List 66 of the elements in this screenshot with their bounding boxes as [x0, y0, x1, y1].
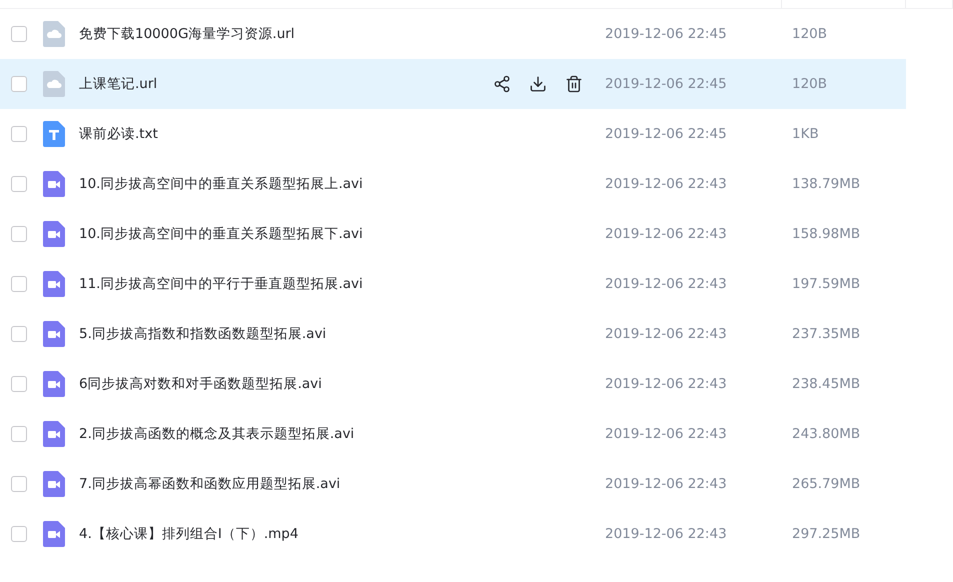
file-size: 197.59MB	[792, 276, 862, 292]
file-row[interactable]: 课前必读.txt 2019-12-06 22:45 1KB	[0, 109, 906, 159]
file-size: 1KB	[792, 126, 820, 142]
checkbox[interactable]	[11, 76, 27, 92]
file-name: 免费下载10000G海量学习资源.url	[79, 25, 296, 43]
video-file-icon	[43, 471, 65, 497]
file-name: 6同步拔高对数和对手函数题型拓展.avi	[79, 375, 323, 393]
video-file-icon	[43, 321, 65, 347]
checkbox[interactable]	[11, 326, 27, 342]
checkbox[interactable]	[11, 526, 27, 542]
file-size: 237.35MB	[792, 326, 862, 342]
file-size: 297.25MB	[792, 526, 862, 542]
modified-date: 2019-12-06 22:43	[605, 276, 728, 292]
cloud-file-icon	[43, 71, 65, 97]
modified-date: 2019-12-06 22:45	[605, 76, 728, 92]
file-name: 4.【核心课】排列组合I（下）.mp4	[79, 525, 300, 543]
video-file-icon	[43, 421, 65, 447]
checkbox[interactable]	[11, 276, 27, 292]
file-row[interactable]: 10.同步拔高空间中的垂直关系题型拓展上.avi 2019-12-06 22:43 138.79MB	[0, 159, 906, 209]
file-row[interactable]: 免费下载10000G海量学习资源.url 2019-12-06 22:45 120B	[0, 9, 906, 59]
file-row[interactable]: 4.【核心课】排列组合I（下）.mp4 2019-12-06 22:43 297.25MB	[0, 509, 906, 559]
file-size: 265.79MB	[792, 476, 862, 492]
video-file-icon	[43, 221, 65, 247]
modified-date: 2019-12-06 22:43	[605, 376, 728, 392]
checkbox[interactable]	[11, 26, 27, 42]
file-row[interactable]: 6同步拔高对数和对手函数题型拓展.avi 2019-12-06 22:43 238.45MB	[0, 359, 906, 409]
modified-date: 2019-12-06 22:43	[605, 176, 728, 192]
file-row[interactable]: 7.同步拔高幂函数和函数应用题型拓展.avi 2019-12-06 22:43 265.79MB	[0, 459, 906, 509]
checkbox[interactable]	[11, 426, 27, 442]
modified-date: 2019-12-06 22:43	[605, 476, 728, 492]
file-row[interactable]: 上课笔记.url 2019-12-06 22:45 120B	[0, 59, 906, 109]
file-name: 11.同步拔高空间中的平行于垂直题型拓展.avi	[79, 275, 364, 293]
file-size: 238.45MB	[792, 376, 862, 392]
file-name: 7.同步拔高幂函数和函数应用题型拓展.avi	[79, 475, 342, 493]
modified-date: 2019-12-06 22:43	[605, 326, 728, 342]
file-size: 158.98MB	[792, 226, 862, 242]
checkbox[interactable]	[11, 226, 27, 242]
file-name: 5.同步拔高指数和指数函数题型拓展.avi	[79, 325, 328, 343]
file-name: 10.同步拔高空间中的垂直关系题型拓展上.avi	[79, 175, 364, 193]
checkbox[interactable]	[11, 376, 27, 392]
checkbox[interactable]	[11, 476, 27, 492]
modified-date: 2019-12-06 22:43	[605, 426, 728, 442]
text-file-icon	[43, 121, 65, 147]
modified-date: 2019-12-06 22:43	[605, 526, 728, 542]
file-name: 上课笔记.url	[79, 75, 158, 93]
file-size: 120B	[792, 76, 828, 92]
file-row[interactable]: 10.同步拔高空间中的垂直关系题型拓展下.avi 2019-12-06 22:43 158.98MB	[0, 209, 906, 259]
file-row[interactable]: 5.同步拔高指数和指数函数题型拓展.avi 2019-12-06 22:43 237.35MB	[0, 309, 906, 359]
file-name: 课前必读.txt	[79, 125, 159, 143]
file-name: 10.同步拔高空间中的垂直关系题型拓展下.avi	[79, 225, 364, 243]
modified-date: 2019-12-06 22:45	[605, 26, 728, 42]
file-name: 2.同步拔高函数的概念及其表示题型拓展.avi	[79, 425, 356, 443]
modified-date: 2019-12-06 22:43	[605, 226, 728, 242]
video-file-icon	[43, 371, 65, 397]
modified-date: 2019-12-06 22:45	[605, 126, 728, 142]
file-row[interactable]: 11.同步拔高空间中的平行于垂直题型拓展.avi 2019-12-06 22:43 197.59MB	[0, 259, 906, 309]
video-file-icon	[43, 271, 65, 297]
cloud-file-icon	[43, 21, 65, 47]
video-file-icon	[43, 171, 65, 197]
checkbox[interactable]	[11, 126, 27, 142]
video-file-icon	[43, 521, 65, 547]
checkbox[interactable]	[11, 176, 27, 192]
file-size: 243.80MB	[792, 426, 862, 442]
file-size: 138.79MB	[792, 176, 862, 192]
file-size: 120B	[792, 26, 828, 42]
file-row[interactable]: 2.同步拔高函数的概念及其表示题型拓展.avi 2019-12-06 22:43 243.80MB	[0, 409, 906, 459]
